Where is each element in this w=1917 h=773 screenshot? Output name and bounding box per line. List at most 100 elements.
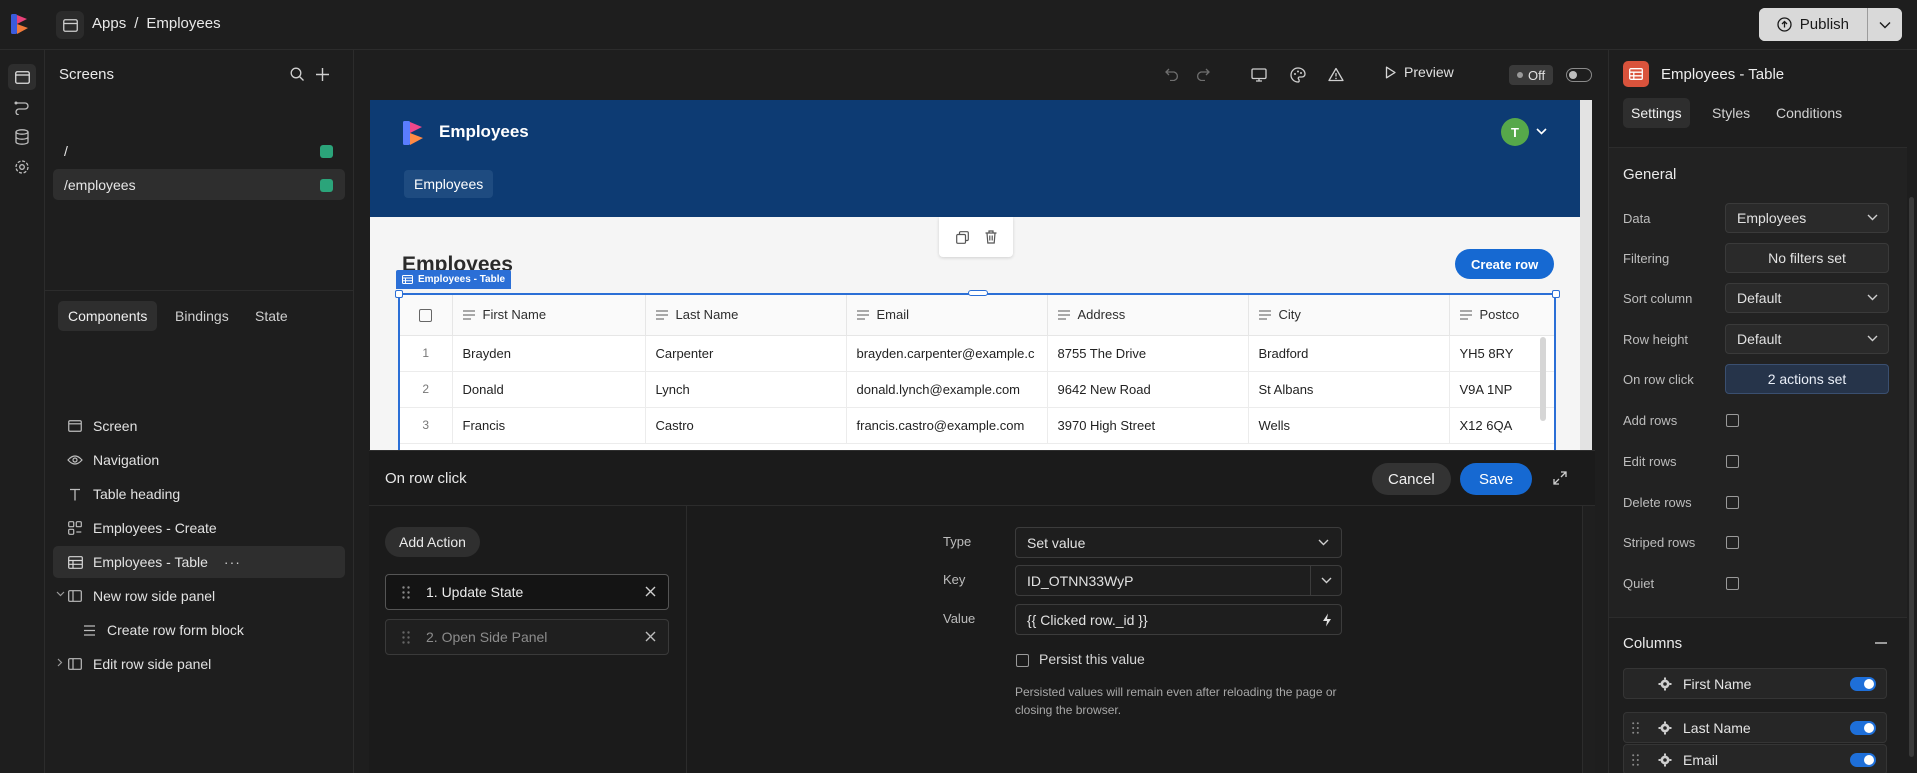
tree-item-employees-create[interactable]: Employees - Create bbox=[67, 512, 217, 544]
preview-button[interactable]: Preview bbox=[1385, 64, 1454, 80]
filtering-button[interactable]: No filters set bbox=[1725, 243, 1889, 273]
add-rows-checkbox[interactable] bbox=[1726, 414, 1739, 427]
column-visibility-toggle[interactable] bbox=[1850, 721, 1876, 735]
publish-menu-button[interactable] bbox=[1868, 8, 1902, 41]
tree-item-new-row-side-panel[interactable]: New row side panel bbox=[67, 580, 215, 612]
canvas-scrollbar[interactable] bbox=[1580, 100, 1592, 450]
warning-icon[interactable] bbox=[1328, 67, 1344, 82]
table-cell[interactable]: Donald bbox=[452, 371, 646, 408]
tab-conditions[interactable]: Conditions bbox=[1768, 98, 1850, 128]
type-select[interactable]: Set value bbox=[1015, 527, 1342, 558]
add-screen-icon[interactable] bbox=[315, 67, 330, 82]
key-input[interactable]: ID_OTNN33WyP bbox=[1015, 565, 1311, 596]
search-icon[interactable] bbox=[290, 67, 305, 82]
table-scrollbar[interactable] bbox=[1540, 337, 1546, 421]
breadcrumb-employees[interactable]: Employees bbox=[146, 15, 220, 32]
duplicate-icon[interactable] bbox=[955, 230, 969, 244]
table-cell[interactable]: Lynch bbox=[645, 371, 847, 408]
gear-icon[interactable] bbox=[1658, 721, 1672, 735]
row-height-select[interactable]: Default bbox=[1725, 324, 1889, 354]
table-cell[interactable]: Wells bbox=[1248, 407, 1450, 444]
resize-handle[interactable] bbox=[1552, 290, 1560, 298]
create-row-button[interactable]: Create row bbox=[1455, 249, 1555, 279]
resize-handle[interactable] bbox=[968, 290, 988, 296]
toggle-sidebar-button[interactable] bbox=[56, 11, 84, 39]
screen-item-root[interactable]: / bbox=[53, 135, 345, 166]
settings-scrollbar[interactable] bbox=[1907, 147, 1917, 773]
breadcrumb-apps[interactable]: Apps bbox=[92, 15, 126, 32]
delete-icon[interactable] bbox=[985, 230, 997, 244]
table-row[interactable]: 1 Brayden Carpenter brayden.carpenter@ex… bbox=[400, 335, 1554, 372]
persist-checkbox[interactable] bbox=[1016, 654, 1029, 667]
cancel-button[interactable]: Cancel bbox=[1372, 463, 1451, 495]
column-header[interactable]: Email bbox=[846, 295, 1048, 336]
nav-link-employees[interactable]: Employees bbox=[404, 170, 494, 198]
collapse-icon[interactable] bbox=[1875, 642, 1887, 644]
select-all-checkbox[interactable] bbox=[419, 309, 433, 323]
drag-handle-icon[interactable] bbox=[1632, 754, 1639, 766]
action-item-update-state[interactable]: 1. Update State bbox=[385, 574, 669, 610]
close-icon[interactable] bbox=[645, 586, 656, 597]
table-cell[interactable]: 8755 The Drive bbox=[1047, 335, 1249, 372]
tab-components[interactable]: Components bbox=[58, 301, 158, 331]
on-row-click-button[interactable]: 2 actions set bbox=[1725, 364, 1889, 394]
table-cell[interactable]: 3970 High Street bbox=[1047, 407, 1249, 444]
table-cell[interactable]: Francis bbox=[452, 407, 646, 444]
resize-handle[interactable] bbox=[395, 290, 403, 298]
action-item-open-side-panel[interactable]: 2. Open Side Panel bbox=[385, 619, 669, 655]
column-visibility-toggle[interactable] bbox=[1850, 753, 1876, 767]
rail-design-button[interactable] bbox=[8, 64, 36, 90]
rail-automation-button[interactable] bbox=[8, 94, 36, 120]
tree-item-edit-row-side-panel[interactable]: Edit row side panel bbox=[67, 648, 211, 680]
redo-icon[interactable] bbox=[1195, 68, 1210, 81]
table-cell[interactable]: brayden.carpenter@example.c bbox=[846, 335, 1048, 372]
save-button[interactable]: Save bbox=[1460, 463, 1533, 495]
lightning-bolt-icon[interactable] bbox=[1322, 613, 1332, 627]
drag-handle-icon[interactable] bbox=[1632, 722, 1639, 734]
tree-item-employees-table[interactable]: Employees - Table ··· bbox=[53, 546, 345, 578]
column-header[interactable]: First Name bbox=[452, 295, 646, 336]
striped-rows-checkbox[interactable] bbox=[1726, 536, 1739, 549]
column-item-last-name[interactable]: Last Name bbox=[1623, 712, 1887, 743]
table-cell[interactable]: Castro bbox=[645, 407, 847, 444]
theme-palette-icon[interactable] bbox=[1290, 67, 1306, 83]
tree-item-navigation[interactable]: Navigation bbox=[67, 444, 159, 476]
table-row[interactable]: 2 Donald Lynch donald.lynch@example.com … bbox=[400, 371, 1554, 408]
chevron-down-icon[interactable] bbox=[1536, 128, 1547, 135]
quiet-checkbox[interactable] bbox=[1726, 577, 1739, 590]
rail-data-button[interactable] bbox=[8, 124, 36, 150]
tab-state[interactable]: State bbox=[245, 301, 298, 331]
column-item-email[interactable]: Email bbox=[1623, 744, 1887, 773]
drag-handle-icon[interactable] bbox=[402, 630, 410, 644]
more-options-icon[interactable]: ··· bbox=[224, 554, 241, 570]
avatar[interactable]: T bbox=[1501, 118, 1529, 146]
budibase-logo[interactable] bbox=[10, 13, 32, 35]
close-icon[interactable] bbox=[645, 631, 656, 642]
edit-rows-checkbox[interactable] bbox=[1726, 455, 1739, 468]
publish-button[interactable]: Publish bbox=[1758, 8, 1868, 41]
column-header[interactable]: Last Name bbox=[645, 295, 847, 336]
tab-styles[interactable]: Styles bbox=[1704, 98, 1758, 128]
gear-icon[interactable] bbox=[1658, 753, 1672, 767]
tree-item-table-heading[interactable]: Table heading bbox=[67, 478, 180, 510]
expand-icon[interactable] bbox=[1553, 471, 1567, 485]
tab-bindings[interactable]: Bindings bbox=[165, 301, 239, 331]
employees-table[interactable]: First Name Last Name Email Address City … bbox=[398, 293, 1556, 450]
tree-item-create-row-form-block[interactable]: Create row form block bbox=[81, 614, 244, 646]
table-cell[interactable]: francis.castro@example.com bbox=[846, 407, 1048, 444]
chevron-down-icon[interactable] bbox=[56, 591, 65, 597]
table-cell[interactable]: Brayden bbox=[452, 335, 646, 372]
column-visibility-toggle[interactable] bbox=[1850, 677, 1876, 691]
sort-column-select[interactable]: Default bbox=[1725, 283, 1889, 313]
table-cell[interactable]: 9642 New Road bbox=[1047, 371, 1249, 408]
table-cell[interactable]: Bradford bbox=[1248, 335, 1450, 372]
table-row[interactable]: 3 Francis Castro francis.castro@example.… bbox=[400, 407, 1554, 444]
table-cell[interactable]: donald.lynch@example.com bbox=[846, 371, 1048, 408]
undo-icon[interactable] bbox=[1165, 68, 1180, 81]
screen-item-employees[interactable]: /employees bbox=[53, 169, 345, 200]
column-header[interactable]: Postco bbox=[1449, 295, 1554, 336]
drag-handle-icon[interactable] bbox=[402, 585, 410, 599]
column-item-first-name[interactable]: First Name bbox=[1623, 668, 1887, 699]
add-action-button[interactable]: Add Action bbox=[385, 527, 480, 557]
column-header[interactable]: City bbox=[1248, 295, 1450, 336]
